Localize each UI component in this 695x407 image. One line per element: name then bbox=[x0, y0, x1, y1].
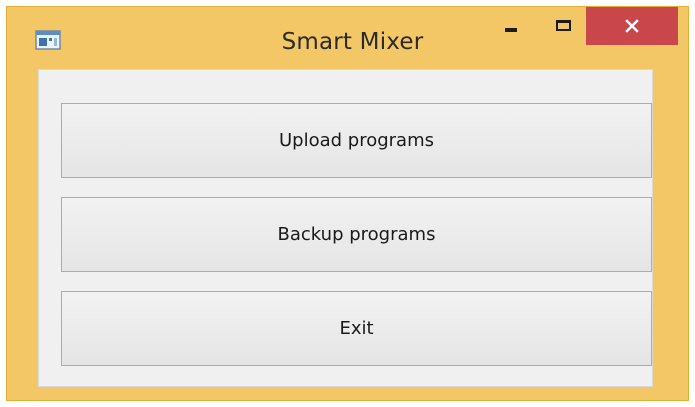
main-panel: Upload programs Backup programs Exit bbox=[38, 69, 653, 387]
maximize-button[interactable] bbox=[543, 7, 583, 45]
upload-programs-button[interactable]: Upload programs bbox=[61, 103, 652, 178]
close-icon bbox=[625, 19, 639, 33]
exit-button[interactable]: Exit bbox=[61, 291, 652, 366]
backup-programs-button[interactable]: Backup programs bbox=[61, 197, 652, 272]
maximize-icon bbox=[555, 19, 571, 31]
title-bar[interactable]: Smart Mixer bbox=[7, 7, 688, 69]
minimize-button[interactable] bbox=[491, 7, 531, 45]
app-window: Smart Mixer Upload programs Backup progr… bbox=[6, 6, 689, 401]
close-button[interactable] bbox=[586, 7, 678, 45]
minimize-icon bbox=[505, 28, 517, 32]
